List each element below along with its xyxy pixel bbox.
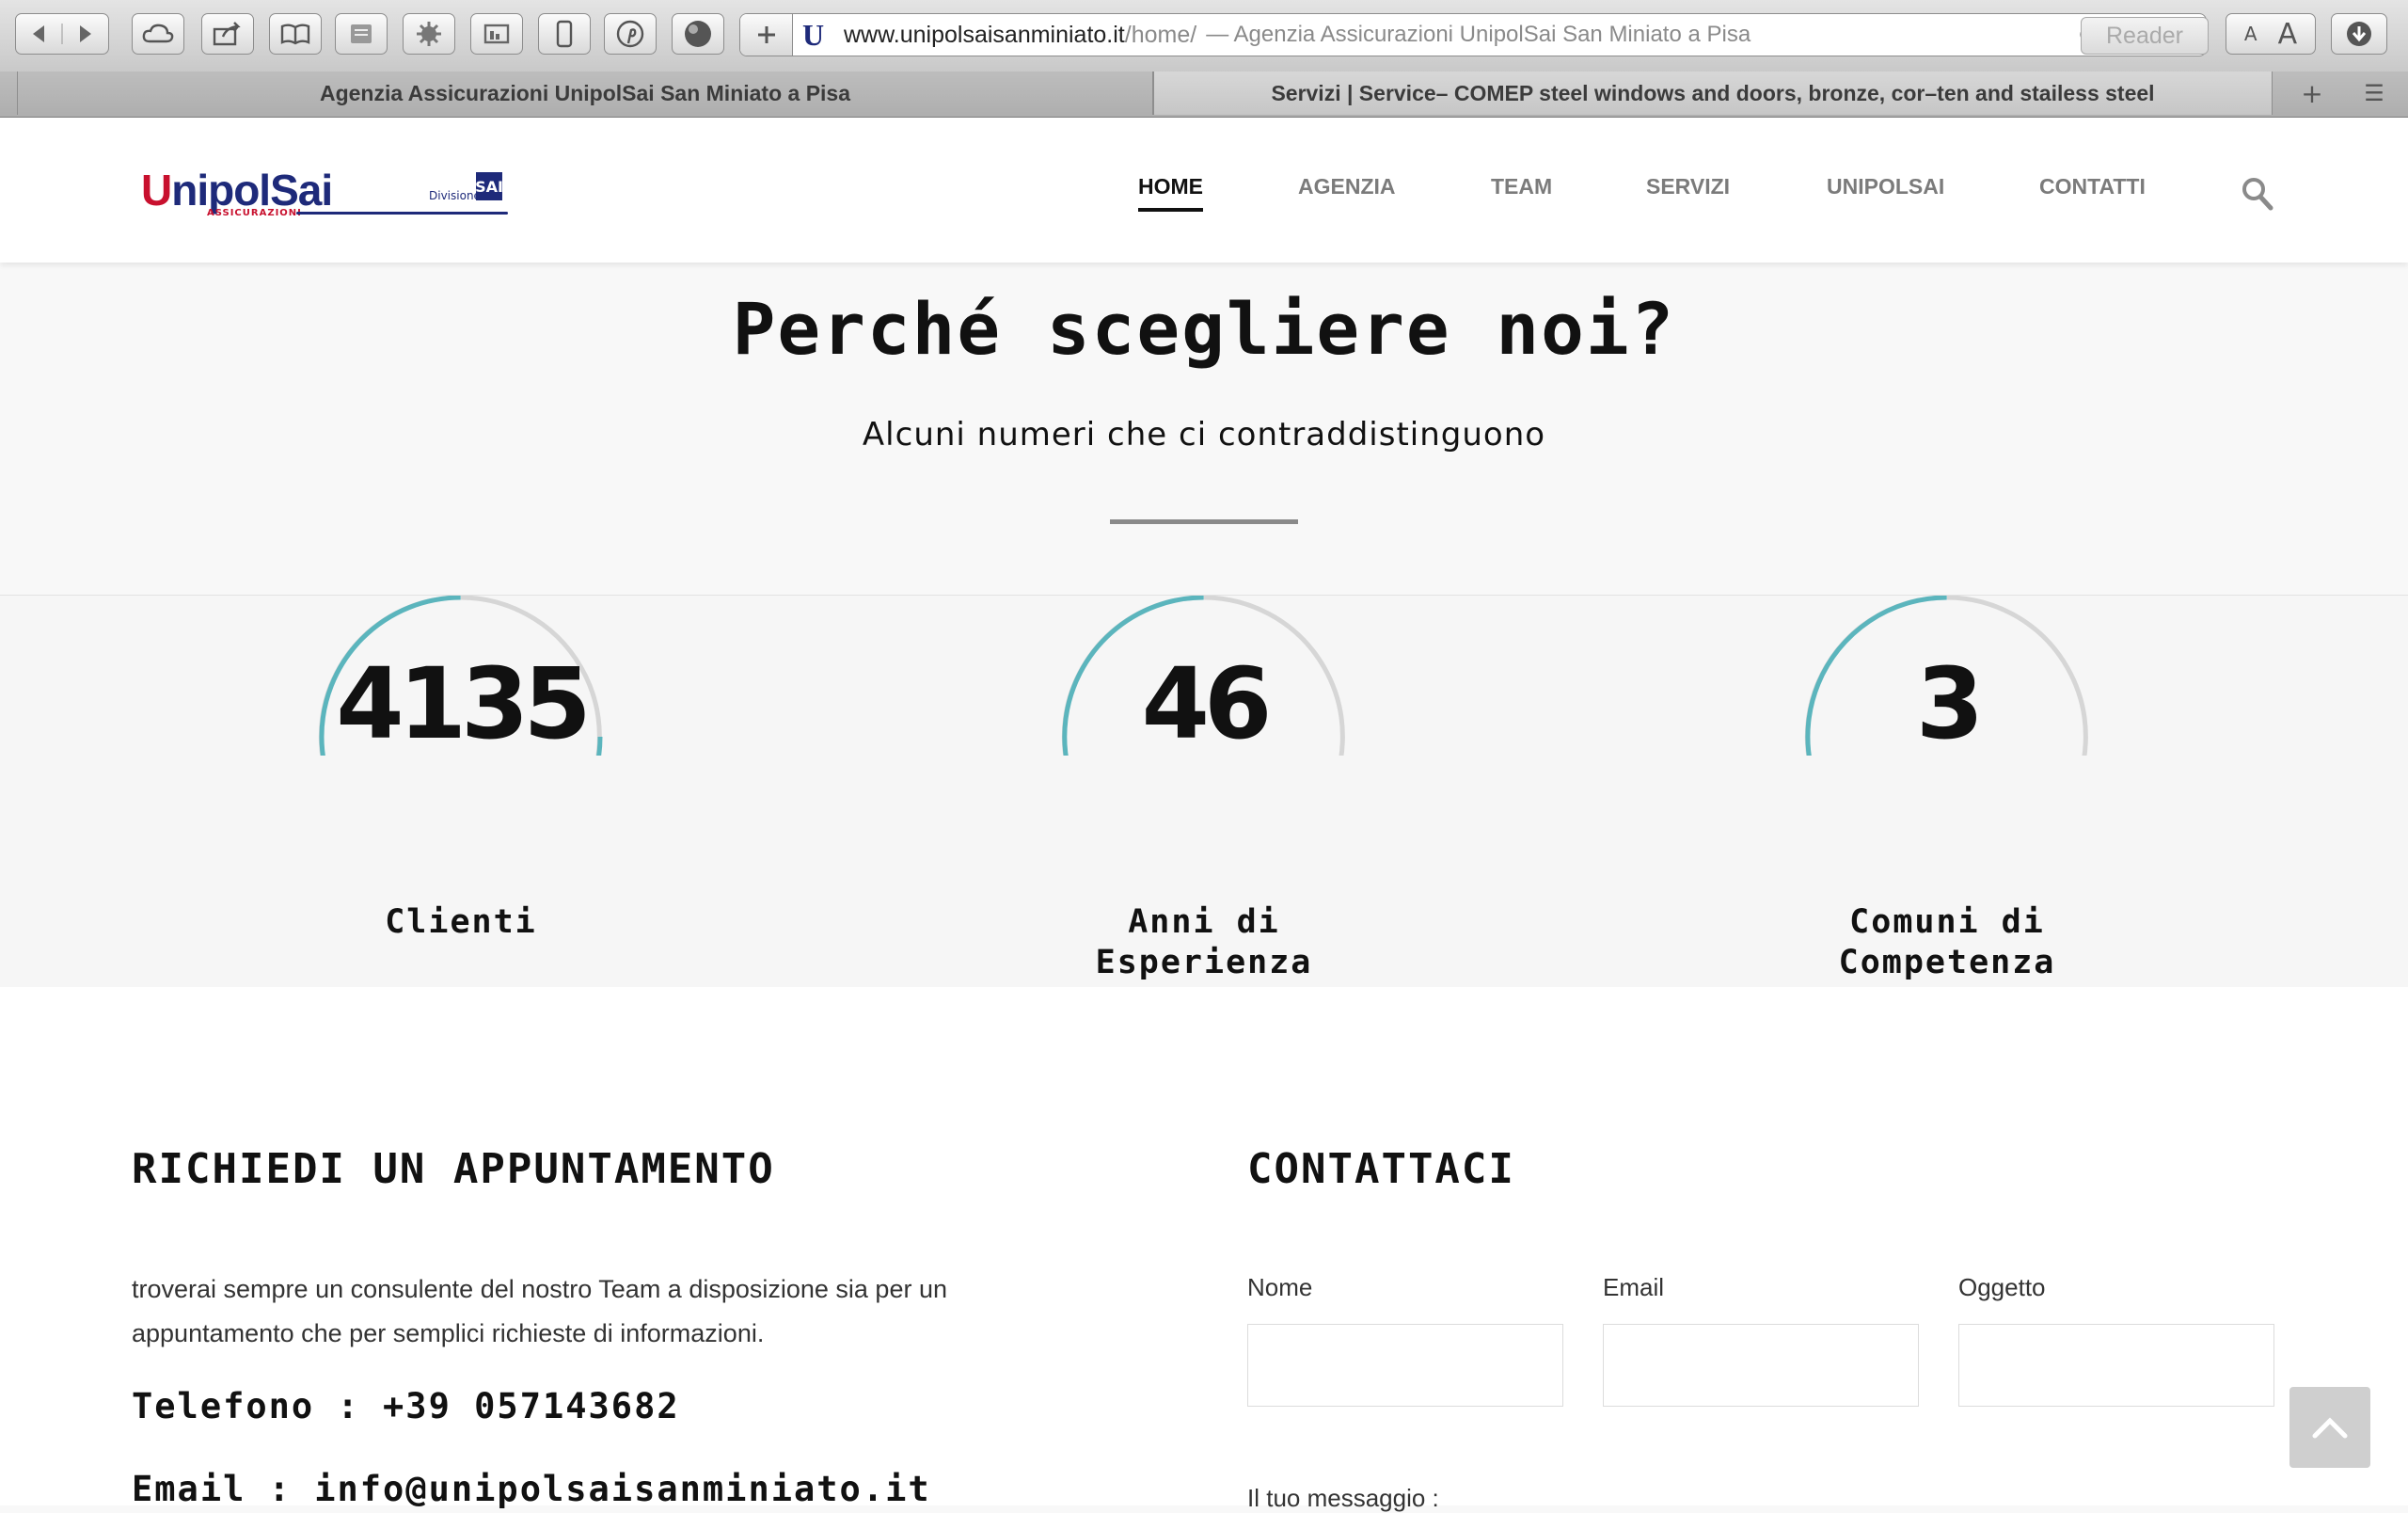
stat-label: Comuni di Competenza: [1838, 903, 2056, 981]
font-smaller-label[interactable]: A: [2244, 23, 2258, 45]
phone-number[interactable]: Telefono : +39 057143682: [132, 1386, 680, 1426]
nav-team[interactable]: TEAM: [1491, 174, 1552, 199]
tab-title: Agenzia Assicurazioni UnipolSai San Mini…: [319, 80, 851, 105]
reading-list-button[interactable]: [335, 13, 388, 55]
nav-home[interactable]: HOME: [1138, 174, 1203, 212]
reader-button[interactable]: Reader: [2081, 17, 2209, 55]
add-tab-icon[interactable]: +: [2284, 72, 2340, 115]
name-field[interactable]: [1247, 1324, 1563, 1407]
search-icon[interactable]: [2241, 176, 2274, 212]
new-tab-button[interactable]: [740, 14, 793, 56]
unipolsai-logo[interactable]: UnipolSai ASSICURAZIONI Divisione SAI: [141, 165, 517, 221]
page-title: Perché scegliere noi?: [732, 287, 1676, 371]
back-icon[interactable]: [20, 20, 104, 48]
bookmarks-button[interactable]: [269, 13, 322, 55]
stat-comuni-competenza: 3 Comuni di Competenza: [1797, 596, 2098, 987]
email-field[interactable]: [1603, 1324, 1919, 1407]
font-size-buttons[interactable]: A A: [2226, 13, 2316, 55]
bookmarks-icon: [280, 24, 310, 45]
grid-icon: [483, 24, 510, 44]
nav-unipolsai[interactable]: UNIPOLSAI: [1827, 174, 1944, 199]
title-divider: [1110, 519, 1298, 524]
page-subtitle: Alcuni numeri che ci contraddistinguono: [862, 416, 1546, 454]
stat-value: 46: [1141, 646, 1273, 761]
message-label: Il tuo messaggio :: [1247, 1484, 1439, 1512]
share-button[interactable]: [201, 13, 254, 55]
email-label: Email: [1603, 1273, 1665, 1301]
url-page-title: — Agenzia Assicurazioni UnipolSai San Mi…: [1206, 22, 1751, 47]
subject-label: Oggetto: [1958, 1273, 2046, 1301]
logo-sai-badge: SAI: [475, 172, 503, 200]
circle-icon: [685, 21, 711, 47]
downloads-button[interactable]: [2331, 13, 2387, 55]
logo-division-label: Divisione: [429, 189, 481, 202]
site-favicon-icon: U: [802, 17, 825, 52]
circle-extension-button[interactable]: [672, 13, 724, 55]
extension-icon: [417, 22, 441, 46]
chevron-up-icon: [2312, 1417, 2348, 1439]
nav-agenzia[interactable]: AGENZIA: [1298, 174, 1396, 199]
stat-clienti: 4135 Clienti: [310, 596, 611, 987]
tab-title: Servizi | Service– COMEP steel windows a…: [1271, 80, 2155, 105]
pinterest-button[interactable]: [604, 13, 657, 55]
stat-label: Clienti: [385, 903, 537, 941]
appointment-heading: RICHIEDI UN APPUNTAMENTO: [132, 1145, 775, 1193]
contact-section: RICHIEDI UN APPUNTAMENTO troverai sempre…: [0, 987, 2408, 1512]
reading-list-icon: [351, 24, 372, 43]
url-domain[interactable]: www.unipolsaisanminiato.it: [844, 22, 1125, 49]
stat-anni-esperienza: 46 Anni di Esperienza: [1054, 596, 1354, 987]
subject-field[interactable]: [1958, 1324, 2274, 1407]
tab-home[interactable]: Agenzia Assicurazioni UnipolSai San Mini…: [17, 72, 1153, 115]
share-icon: [213, 22, 241, 46]
cloud-icon: [142, 24, 174, 43]
address-bar[interactable]: U www.unipolsaisanminiato.it /home/ — Ag…: [739, 13, 2207, 56]
logo-swoosh: [296, 212, 508, 215]
tab-bar: Agenzia Assicurazioni UnipolSai San Mini…: [0, 72, 2408, 118]
download-icon: [2347, 22, 2371, 46]
name-label: Nome: [1247, 1273, 1313, 1301]
url-path[interactable]: /home/: [1125, 22, 1196, 49]
phone-icon: [556, 20, 573, 48]
site-header: UnipolSai ASSICURAZIONI Divisione SAI HO…: [0, 118, 2408, 263]
contact-heading: CONTATTACI: [1247, 1145, 1515, 1193]
extension-button[interactable]: [403, 13, 455, 55]
back-to-top-button[interactable]: [2289, 1387, 2370, 1468]
logo-subtitle: ASSICURAZIONI: [207, 208, 302, 218]
stats-section: 4135 Clienti 46 Anni di Esperienza 3 Comu…: [0, 595, 2408, 988]
back-forward-buttons[interactable]: [15, 13, 109, 55]
font-larger-label[interactable]: A: [2278, 18, 2298, 51]
tab-overview-icon[interactable]: ☰: [2346, 72, 2402, 115]
stat-value: 3: [1915, 646, 1984, 761]
device-button[interactable]: [538, 13, 591, 55]
browser-toolbar: U www.unipolsaisanminiato.it /home/ — Ag…: [0, 0, 2408, 72]
appointment-text: troverai sempre un consulente del nostro…: [132, 1275, 947, 1347]
grid-button[interactable]: [470, 13, 523, 55]
pinterest-icon: [616, 20, 644, 48]
new-tab-icon: [757, 26, 775, 43]
email-address[interactable]: Email : info@unipolsaisanminiato.it: [132, 1469, 931, 1509]
icloud-tabs-button[interactable]: [132, 13, 184, 55]
nav-servizi[interactable]: SERVIZI: [1646, 174, 1730, 199]
stat-label: Anni di Esperienza: [1095, 903, 1313, 981]
nav-contatti[interactable]: CONTATTI: [2039, 174, 2146, 199]
stat-value: 4135: [336, 646, 591, 761]
tab-comep[interactable]: Servizi | Service– COMEP steel windows a…: [1153, 72, 2273, 115]
